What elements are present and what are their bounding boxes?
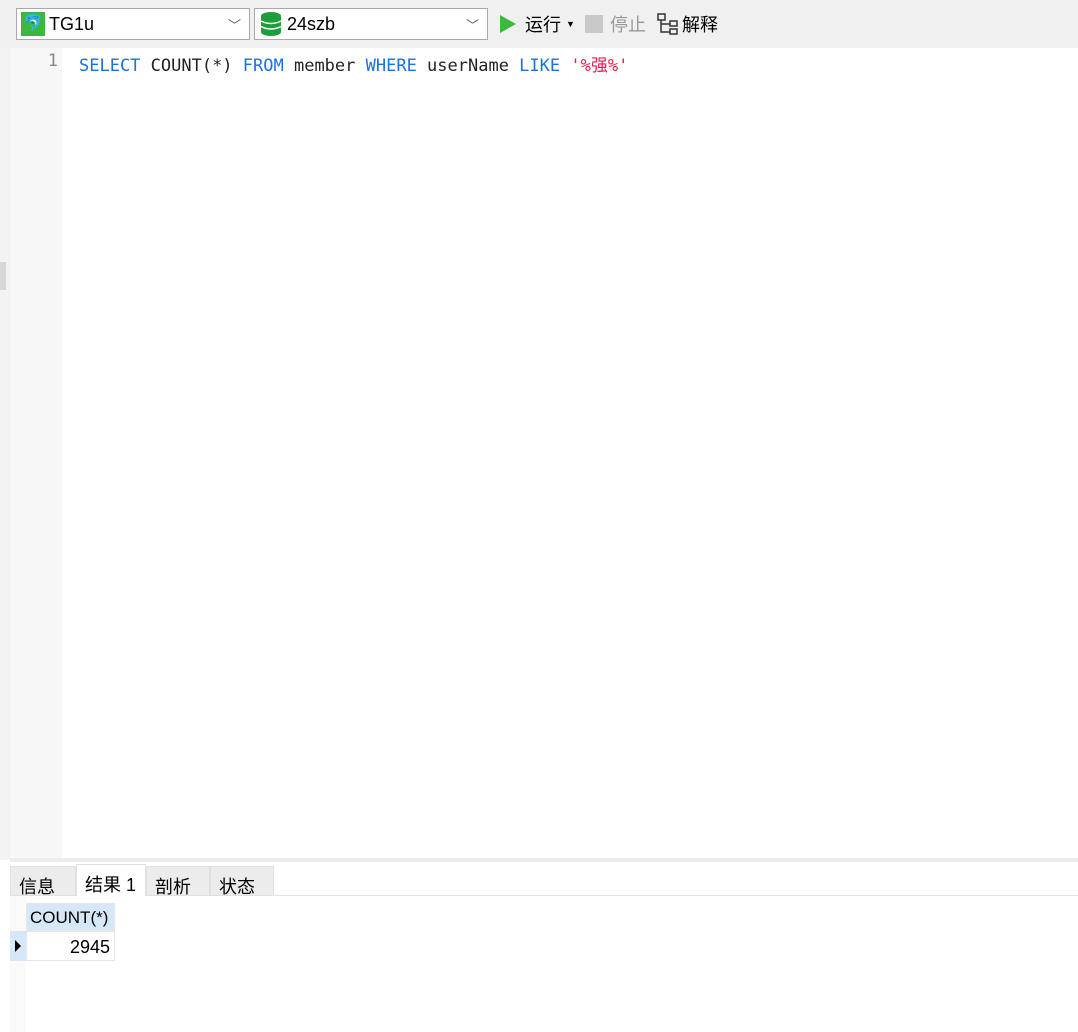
line-number: 1 xyxy=(47,51,58,71)
stop-icon xyxy=(585,15,603,33)
code-text: userName xyxy=(416,56,520,76)
code-text: COUNT(*) xyxy=(140,56,243,76)
explain-icon xyxy=(657,13,678,35)
column-header[interactable]: COUNT(*) xyxy=(26,903,115,931)
database-select[interactable]: 24szb ﹀ xyxy=(254,8,488,40)
run-dropdown-icon[interactable]: ▼ xyxy=(566,19,575,29)
grid-gutter xyxy=(10,896,26,1032)
table-cell[interactable]: 2945 xyxy=(26,931,115,961)
chevron-down-icon: ﹀ xyxy=(465,18,479,33)
run-label: 运行 xyxy=(525,15,561,35)
mysql-dolphin-icon: 🐬 xyxy=(21,12,45,36)
tab-profile[interactable]: 剖析 xyxy=(146,866,210,897)
splitter-handle[interactable] xyxy=(0,262,6,290)
run-button[interactable]: 运行 ▼ xyxy=(500,10,575,38)
stop-button[interactable]: 停止 xyxy=(585,10,646,38)
connection-select[interactable]: 🐬 TG1u ﹀ xyxy=(16,8,250,40)
result-tabs: 信息 结果 1 剖析 状态 xyxy=(10,864,1078,897)
keyword-where: WHERE xyxy=(365,56,417,76)
panel-splitter[interactable] xyxy=(10,858,1078,862)
line-gutter: 1 xyxy=(10,48,62,858)
sql-editor[interactable]: 1 SELECT COUNT(*) FROM member WHERE user… xyxy=(10,48,1078,858)
explain-button[interactable]: 解释 xyxy=(656,10,718,38)
code-text: member xyxy=(283,56,366,76)
toolbar: 🐬 TG1u ﹀ 24szb ﹀ 运行 ▼ 停止 解释 xyxy=(0,0,1078,48)
play-icon xyxy=(500,15,516,33)
keyword-from: FROM xyxy=(242,56,284,76)
string-literal: '%强%' xyxy=(570,56,629,76)
keyword-select: SELECT xyxy=(79,56,141,76)
chevron-down-icon: ﹀ xyxy=(227,18,241,33)
explain-label: 解释 xyxy=(682,15,718,35)
connection-name: TG1u xyxy=(49,13,95,34)
sql-code-line[interactable]: SELECT COUNT(*) FROM member WHERE userNa… xyxy=(79,51,628,76)
tab-status[interactable]: 状态 xyxy=(210,866,274,897)
left-panel-edge xyxy=(0,48,10,860)
database-name: 24szb xyxy=(287,13,336,34)
row-pointer-icon xyxy=(15,940,21,952)
keyword-like: LIKE xyxy=(519,56,561,76)
stop-label: 停止 xyxy=(610,15,646,35)
tab-info[interactable]: 信息 xyxy=(10,866,76,897)
database-icon xyxy=(260,12,282,36)
row-indicator[interactable] xyxy=(10,931,26,961)
tab-result-1[interactable]: 结果 1 xyxy=(76,864,146,896)
